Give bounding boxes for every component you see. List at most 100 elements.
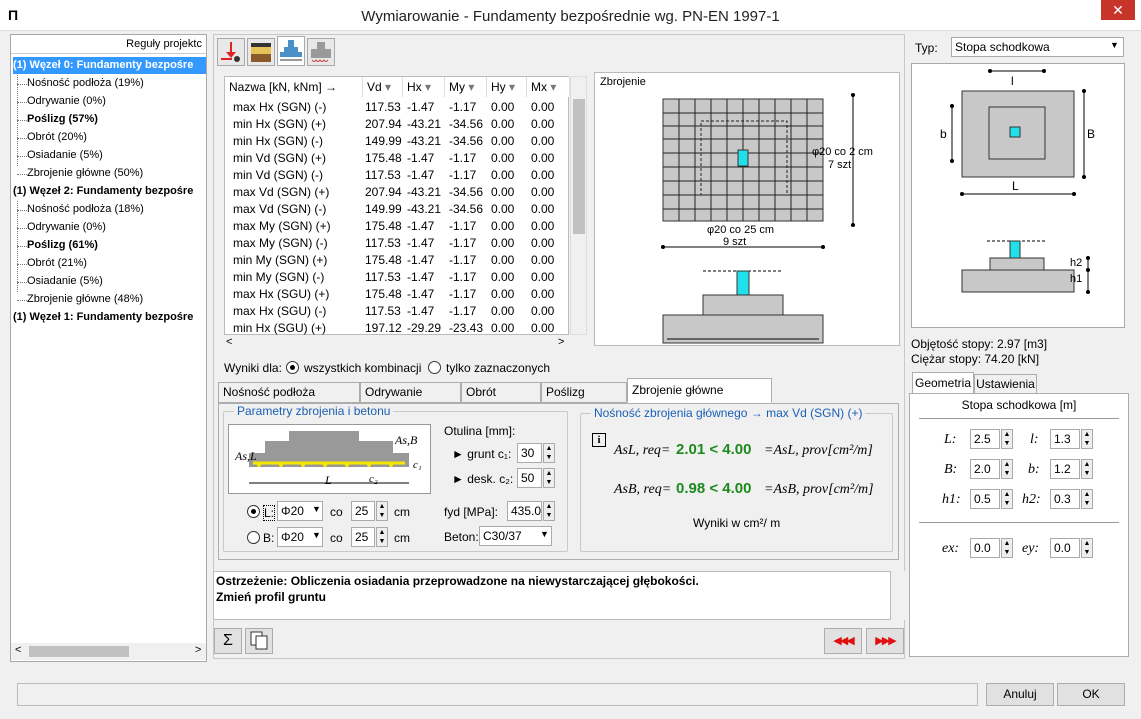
tree-child-item[interactable]: Zbrojenie główne (48%) <box>27 291 143 308</box>
tab-result[interactable]: Poślizg (57.3%) <box>541 382 627 418</box>
L-spacing-spinner[interactable]: ▲ ▼ <box>376 501 388 521</box>
B-dim-input[interactable]: 2.0 <box>970 459 1000 479</box>
column-header[interactable]: Hx ▾ <box>403 77 445 97</box>
b-dim-spinner[interactable]: ▲ ▼ <box>1081 459 1093 479</box>
board-cover-input[interactable]: 50 <box>517 468 542 488</box>
chevron-down-icon[interactable]: ▼ <box>312 530 321 540</box>
chevron-down-icon[interactable]: ▼ <box>1110 40 1119 50</box>
hscroll-right[interactable]: > <box>558 336 564 348</box>
radio-all-combinations[interactable] <box>286 361 299 374</box>
messages-scrollbar[interactable] <box>891 571 905 620</box>
l-dim-spinner[interactable]: ▲ ▼ <box>1081 429 1093 449</box>
l-dim-input[interactable]: 1.3 <box>1050 429 1080 449</box>
tab-result[interactable]: Obrót (20.3%) <box>461 382 541 418</box>
chevron-down-icon[interactable]: ▾ <box>465 80 474 94</box>
previous-button[interactable]: ◀◀◀ <box>824 628 862 654</box>
table-hscroll[interactable]: < > <box>224 336 569 351</box>
h2-input[interactable]: 0.3 <box>1050 489 1080 509</box>
soil-cover-spinner[interactable]: ▲ ▼ <box>543 443 555 463</box>
ex-input[interactable]: 0.0 <box>970 538 1000 558</box>
scroll-thumb[interactable] <box>29 646 129 657</box>
chevron-down-icon[interactable]: ▼ <box>540 529 549 539</box>
column-header[interactable]: Mx ▾ <box>527 77 570 97</box>
sum-button[interactable]: Σ <box>214 628 242 654</box>
h2-spinner[interactable]: ▲ ▼ <box>1081 489 1093 509</box>
L-dim-input[interactable]: 2.5 <box>970 429 1000 449</box>
tree-child-item[interactable]: Nośność podłoża (18%) <box>27 201 144 218</box>
next-button[interactable]: ▶▶▶ <box>866 628 904 654</box>
close-button[interactable]: ✕ <box>1101 0 1135 20</box>
table-row[interactable]: max Hx (SGN) (-) 117.53 -1.47 -1.17 0.00 0.00 <box>225 99 570 116</box>
table-vscroll[interactable] <box>570 76 587 335</box>
soil-cover-input[interactable]: 30 <box>517 443 542 463</box>
chevron-down-icon[interactable]: ▼ <box>312 504 321 514</box>
load-arrow-icon[interactable] <box>217 38 245 66</box>
radio-direction-B[interactable] <box>247 531 260 544</box>
tree-node-item[interactable]: (1) Węzeł 2: Fundamenty bezpośre <box>13 183 206 200</box>
L-dim-spinner[interactable]: ▲ ▼ <box>1001 429 1013 449</box>
L-spacing-input[interactable]: 25 <box>351 501 375 521</box>
tree-child-item[interactable]: Osiadanie (5%) <box>27 147 103 164</box>
table-row[interactable]: max My (SGN) (-) 117.53 -1.47 -1.17 0.00 0.00 <box>225 235 570 252</box>
tree-child-item[interactable]: Poślizg (61%) <box>27 237 98 254</box>
tree-child-item[interactable]: Poślizg (57%) <box>27 111 98 128</box>
table-row[interactable]: max Vd (SGN) (-) 149.99 -43.21 -34.56 0.00 0.… <box>225 201 570 218</box>
tab-result[interactable]: Zbrojenie główne (50.2%) <box>627 378 772 420</box>
table-row[interactable]: max My (SGN) (+) 175.48 -1.47 -1.17 0.00 0.00 <box>225 218 570 235</box>
tree-child-item[interactable]: Obrót (20%) <box>27 129 87 146</box>
B-spacing-spinner[interactable]: ▲ ▼ <box>376 527 388 547</box>
radio-direction-L[interactable] <box>247 505 260 518</box>
fyd-input[interactable]: 435.0 <box>507 501 542 521</box>
b-dim-input[interactable]: 1.2 <box>1050 459 1080 479</box>
chevron-down-icon[interactable]: ▾ <box>422 80 431 94</box>
tree-header[interactable]: Reguły projektc <box>11 38 206 54</box>
reinforcement-icon[interactable] <box>307 38 335 66</box>
scroll-left-arrow[interactable]: < <box>15 644 21 656</box>
tree-child-item[interactable]: Osiadanie (5%) <box>27 273 103 290</box>
table-row[interactable]: min Vd (SGN) (-) 117.53 -1.47 -1.17 0.00 0.00 <box>225 167 570 184</box>
table-row[interactable]: min Hx (SGN) (-) 149.99 -43.21 -34.56 0.00 0.… <box>225 133 570 150</box>
table-row[interactable]: min Hx (SGN) (+) 207.94 -43.21 -34.56 0.00 0.… <box>225 116 570 133</box>
board-cover-spinner[interactable]: ▲ ▼ <box>543 468 555 488</box>
chevron-down-icon[interactable]: ▾ <box>506 80 515 94</box>
tree-node-item[interactable]: (1) Węzeł 1: Fundamenty bezpośre <box>13 309 206 326</box>
tree-node-item[interactable]: (1) Węzeł 0: Fundamenty bezpośre <box>13 57 206 74</box>
chevron-down-icon[interactable]: ▾ <box>382 80 391 94</box>
tree-child-item[interactable]: Nośność podłoża (19%) <box>27 75 144 92</box>
B-dim-spinner[interactable]: ▲ ▼ <box>1001 459 1013 479</box>
tab-settings[interactable]: Ustawienia <box>974 374 1037 394</box>
column-header[interactable]: My ▾ <box>445 77 487 97</box>
table-row[interactable]: min Hx (SGU) (+) 197.12 -29.29 -23.43 0.00 0.… <box>225 320 570 337</box>
tree-child-item[interactable]: Zbrojenie główne (50%) <box>27 165 143 182</box>
fyd-spinner[interactable]: ▲ ▼ <box>543 501 555 521</box>
table-row[interactable]: max Hx (SGU) (+) 175.48 -1.47 -1.17 0.00 0.00 <box>225 286 570 303</box>
column-header[interactable]: Nazwa [kN, kNm] → <box>225 77 363 97</box>
ok-button[interactable]: OK <box>1057 683 1125 706</box>
h1-spinner[interactable]: ▲ ▼ <box>1001 489 1013 509</box>
foundation-section-icon[interactable] <box>277 36 305 66</box>
table-row[interactable]: max Vd (SGN) (+) 207.94 -43.21 -34.56 0.00 0.… <box>225 184 570 201</box>
column-header[interactable]: Hy ▾ <box>487 77 527 97</box>
ey-spinner[interactable]: ▲ ▼ <box>1081 538 1093 558</box>
type-select[interactable]: Stopa schodkowa <box>951 37 1124 57</box>
cancel-button[interactable]: Anuluj <box>986 683 1054 706</box>
tab-geometry[interactable]: Geometria <box>912 372 974 394</box>
scroll-right-arrow[interactable]: > <box>195 644 201 656</box>
ex-spinner[interactable]: ▲ ▼ <box>1001 538 1013 558</box>
column-header[interactable]: Vd ▾ <box>363 77 403 97</box>
tree-scrollbar[interactable]: < > <box>11 643 206 660</box>
table-row[interactable]: min My (SGN) (-) 117.53 -1.47 -1.17 0.00 0.00 <box>225 269 570 286</box>
tree-child-item[interactable]: Odrywanie (0%) <box>27 93 106 110</box>
tab-result[interactable]: Nośność podłoża (19.0%) <box>218 382 360 418</box>
tree-child-item[interactable]: Obrót (21%) <box>27 255 87 272</box>
table-row[interactable]: min Vd (SGN) (+) 175.48 -1.47 -1.17 0.00 0.00 <box>225 150 570 167</box>
chevron-down-icon[interactable]: ▾ <box>547 80 556 94</box>
B-spacing-input[interactable]: 25 <box>351 527 375 547</box>
info-icon[interactable]: i <box>592 433 606 447</box>
copy-button[interactable] <box>245 628 273 654</box>
soil-layers-icon[interactable] <box>247 38 275 66</box>
hscroll-left[interactable]: < <box>226 336 232 348</box>
radio-selected-only[interactable] <box>428 361 441 374</box>
table-row[interactable]: max Hx (SGU) (-) 117.53 -1.47 -1.17 0.00 0.00 <box>225 303 570 320</box>
tab-result[interactable]: Odrywanie (0.0%) <box>360 382 461 418</box>
